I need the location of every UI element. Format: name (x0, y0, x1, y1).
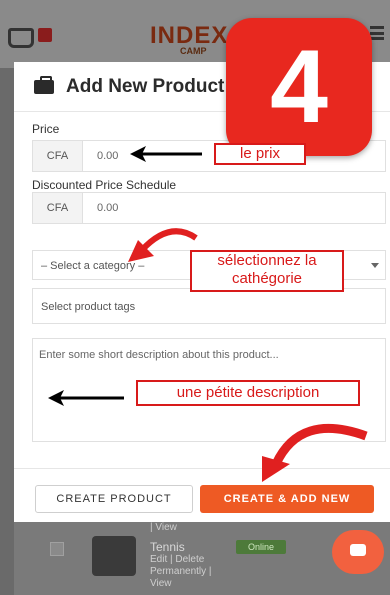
chat-button[interactable] (332, 530, 384, 574)
annotation-arrows (48, 146, 368, 482)
category-arrow-icon (139, 228, 198, 253)
chat-bubble-icon (350, 544, 366, 556)
create-add-arrow-icon (271, 424, 368, 467)
